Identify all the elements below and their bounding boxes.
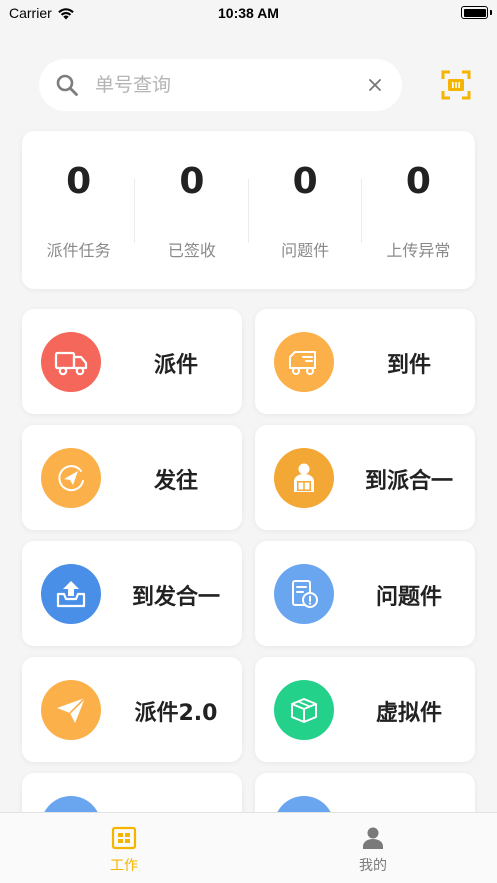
workbench-icon bbox=[111, 826, 137, 850]
send-plane-icon bbox=[41, 448, 101, 508]
search-icon bbox=[56, 74, 78, 96]
arrival-truck-icon bbox=[274, 332, 334, 392]
stat-value: 0 bbox=[405, 161, 431, 202]
stat-label: 已签收 bbox=[167, 241, 216, 260]
delivery-truck-icon bbox=[41, 332, 101, 392]
stat-dispatch-tasks[interactable]: 0 派件任务 bbox=[22, 131, 136, 289]
courier-box-icon bbox=[274, 448, 334, 508]
search-bar[interactable] bbox=[39, 59, 402, 111]
tab-label: 工作 bbox=[110, 858, 138, 874]
upload-tray-icon bbox=[41, 564, 101, 624]
scan-barcode-icon[interactable] bbox=[441, 70, 471, 100]
menu-tile-arrive-send[interactable]: 到发合一 bbox=[22, 541, 242, 646]
stat-value: 0 bbox=[66, 161, 92, 202]
menu-tile-problem-items[interactable]: 问题件 bbox=[255, 541, 475, 646]
menu-tile-arrival[interactable]: 到件 bbox=[255, 309, 475, 414]
menu-tile-virtual-items[interactable]: 虚拟件 bbox=[255, 657, 475, 762]
stat-upload-errors[interactable]: 0 上传异常 bbox=[362, 131, 475, 289]
battery-icon bbox=[461, 6, 488, 19]
search-input[interactable] bbox=[95, 71, 345, 99]
virtual-package-icon bbox=[274, 680, 334, 740]
stat-value: 0 bbox=[292, 161, 318, 202]
stat-problem-items[interactable]: 0 问题件 bbox=[249, 131, 362, 289]
person-icon bbox=[363, 827, 383, 849]
menu-tile-label: 派件2.0 bbox=[134, 701, 218, 726]
tab-bar: 工作 我的 bbox=[0, 812, 497, 883]
stat-label: 派件任务 bbox=[46, 241, 111, 260]
stat-signed[interactable]: 0 已签收 bbox=[135, 131, 249, 289]
problem-document-icon bbox=[274, 564, 334, 624]
menu-tile-dispatch-v2[interactable]: 派件2.0 bbox=[22, 657, 242, 762]
menu-tile-arrive-dispatch[interactable]: 到派合一 bbox=[255, 425, 475, 530]
status-bar: Carrier 10:38 AM bbox=[0, 0, 497, 26]
battery-level bbox=[463, 8, 486, 17]
stat-label: 问题件 bbox=[281, 241, 330, 260]
tab-work[interactable]: 工作 bbox=[0, 813, 248, 883]
menu-tile-label: 到派合一 bbox=[364, 469, 453, 494]
stats-card: 0 派件任务 0 已签收 0 问题件 0 上传异常 bbox=[22, 131, 475, 289]
tab-mine[interactable]: 我的 bbox=[249, 813, 497, 883]
paper-plane-icon bbox=[41, 680, 101, 740]
menu-tile-label: 到发合一 bbox=[131, 585, 220, 610]
menu-tile-dispatch[interactable]: 派件 bbox=[22, 309, 242, 414]
menu-tile-send-to[interactable]: 发往 bbox=[22, 425, 242, 530]
menu-tile-label: 派件 bbox=[153, 353, 198, 378]
menu-tile-label: 发往 bbox=[153, 469, 198, 494]
menu-tile-label: 问题件 bbox=[375, 585, 442, 610]
stat-value: 0 bbox=[179, 161, 205, 202]
menu-tile-label: 到件 bbox=[386, 353, 431, 378]
battery-tip bbox=[490, 10, 492, 15]
menu-tile-label: 虚拟件 bbox=[375, 701, 442, 726]
clear-icon[interactable] bbox=[366, 76, 384, 94]
stat-label: 上传异常 bbox=[386, 241, 451, 260]
tab-label: 我的 bbox=[359, 858, 387, 874]
status-time: 10:38 AM bbox=[218, 5, 279, 21]
